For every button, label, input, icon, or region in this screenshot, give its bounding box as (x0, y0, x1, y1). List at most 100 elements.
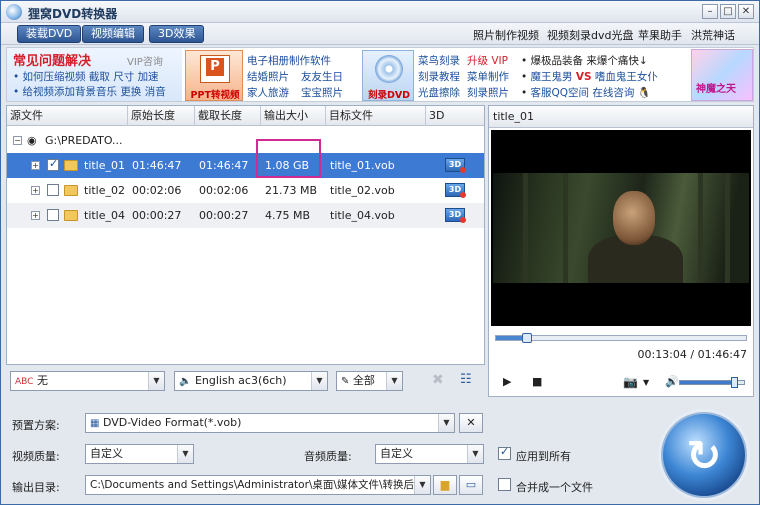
video-edit-button[interactable]: 视频编辑 (82, 25, 144, 43)
apple-helper-link[interactable]: 苹果助手 (638, 27, 682, 43)
volume-fill (680, 381, 735, 384)
burn-dvd-link[interactable]: 视频刻录dvd光盘 (547, 27, 633, 43)
row-cut-length: 01:46:47 (199, 159, 249, 172)
faq-speed-link[interactable]: 加速 (138, 71, 159, 83)
close-button[interactable]: ✕ (738, 4, 754, 19)
row-target-file: title_01.vob (330, 159, 395, 172)
row-name: title_01 (84, 159, 126, 172)
row-target-file: title_04.vob (330, 209, 395, 222)
promo-line-2[interactable]: • 魔王鬼男 VS 嗜血鬼王女仆 (521, 69, 658, 84)
faq-bgm-link[interactable]: 给视频添加背景音乐 (23, 86, 118, 98)
open-folder-button[interactable]: ▭ (459, 475, 483, 495)
table-row[interactable]: + title_04 00:00:27 00:00:27 4.75 MB tit… (7, 203, 484, 228)
table-row[interactable]: + title_02 00:02:06 00:02:06 21.73 MB ti… (7, 178, 484, 203)
3d-settings-icon[interactable]: 3D (445, 158, 466, 173)
audio-quality-value: 自定义 (380, 447, 413, 460)
family-trip-link[interactable]: 家人旅游 (247, 85, 289, 100)
album-software-link[interactable]: 电子相册制作软件 (247, 53, 331, 68)
merge-label: 合并成一个文件 (516, 481, 593, 494)
3d-settings-icon[interactable]: 3D (445, 208, 466, 223)
volume-handle[interactable] (731, 377, 739, 388)
chevron-down-icon: ▼ (467, 445, 483, 463)
birthday-link[interactable]: 友友生日 (301, 69, 343, 84)
row-checkbox[interactable] (47, 184, 59, 196)
convert-button[interactable]: ↻ (661, 412, 747, 498)
baby-photo-link[interactable]: 宝宝照片 (301, 85, 343, 100)
chevron-down-icon[interactable]: ▼ (643, 378, 649, 387)
expand-toggle[interactable]: + (31, 186, 40, 195)
chevron-down-icon: ▼ (177, 445, 193, 463)
faq-mute-link[interactable]: 消音 (145, 86, 166, 98)
audio-quality-select[interactable]: 自定义 ▼ (375, 444, 484, 464)
vip-consult-link[interactable]: VIP咨询 (127, 53, 163, 68)
expand-toggle[interactable]: + (31, 161, 40, 170)
promo-line-1[interactable]: • 爆极品装备 来爆个痛快↓ (521, 53, 648, 68)
row-checkbox[interactable] (47, 209, 59, 221)
col-cut-length[interactable]: 截取长度 (195, 106, 261, 126)
expand-toggle[interactable]: + (31, 211, 40, 220)
volume-slider[interactable] (679, 377, 745, 388)
faq-replace-link[interactable]: 更换 (120, 86, 141, 98)
seek-bar[interactable] (495, 333, 747, 343)
3d-settings-icon[interactable]: 3D (445, 183, 466, 198)
apply-all-checkbox[interactable] (498, 445, 511, 460)
minimize-button[interactable]: – (702, 4, 718, 19)
load-dvd-button[interactable]: 装载DVD (17, 25, 82, 43)
video-quality-select[interactable]: 自定义 ▼ (85, 444, 194, 464)
row-checkbox[interactable] (47, 157, 59, 171)
edit-icon: ✎ (341, 376, 350, 387)
chevron-down-icon: ▼ (148, 372, 164, 390)
honghuang-link[interactable]: 洪荒神话 (691, 27, 735, 43)
col-output-size[interactable]: 输出大小 (261, 106, 326, 126)
disc-erase-link[interactable]: 光盘擦除 (418, 85, 460, 100)
output-dir-label: 输出目录: (12, 481, 60, 494)
row-output-size: 4.75 MB (265, 209, 311, 222)
video-screen[interactable] (491, 130, 751, 326)
subtitle-select[interactable]: ABC 无 ▼ (10, 371, 165, 391)
restore-button[interactable]: □ (720, 4, 736, 19)
burn-tutorial-link[interactable]: 刻录教程 (418, 69, 460, 84)
table-row[interactable]: + title_01 01:46:47 01:46:47 1.08 GB tit… (7, 153, 484, 178)
preset-select[interactable]: ▦ DVD-Video Format(*.vob) ▼ (85, 413, 455, 433)
col-orig-length[interactable]: 原始长度 (128, 106, 195, 126)
row-target-file: title_02.vob (330, 184, 395, 197)
play-icon[interactable]: ▶ (503, 375, 511, 388)
3d-effect-button[interactable]: 3D效果 (149, 25, 205, 43)
burn-dvd-ad[interactable]: 刻录DVD (362, 50, 414, 101)
preset-settings-button[interactable]: ✕ (459, 413, 483, 433)
col-3d[interactable]: 3D (426, 106, 484, 126)
tree-root-row[interactable]: − ◉ G:\PREDATO... (7, 128, 484, 153)
faq-compress-link[interactable]: 如何压缩视频 (23, 71, 86, 83)
output-dir-field[interactable]: C:\Documents and Settings\Administrator\… (85, 475, 431, 495)
menu-make-link[interactable]: 菜单制作 (467, 69, 509, 84)
subtitle-icon: ABC (15, 377, 34, 387)
promo-line-3[interactable]: • 客服QQ空间 在线咨询 🐧 (521, 85, 651, 100)
ppt-to-video-ad[interactable]: P PPT转视频 (185, 50, 243, 101)
collapse-toggle[interactable]: − (13, 136, 22, 145)
rookie-burn-link[interactable]: 菜鸟刻录 (418, 53, 460, 68)
window-title: 狸窝DVD转换器 (28, 7, 118, 21)
faq-cut-link[interactable]: 截取 (89, 71, 110, 83)
faq-size-link[interactable]: 尺寸 (113, 71, 134, 83)
scope-select[interactable]: ✎ 全部 ▼ (336, 371, 403, 391)
clear-list-icon[interactable]: ☷ (460, 372, 472, 387)
delete-icon[interactable]: ✖ (432, 372, 444, 388)
photo-video-link[interactable]: 照片制作视频 (473, 27, 539, 43)
wedding-photo-link[interactable]: 结婚照片 (247, 69, 289, 84)
browse-folder-button[interactable]: ▆ (433, 475, 457, 495)
audio-track-select[interactable]: 🔈 English ac3(6ch) ▼ (174, 371, 328, 391)
camera-icon[interactable]: 📷 (623, 375, 638, 389)
video-quality-label: 视频质量: (12, 450, 60, 463)
preview-panel: title_01 00:13:04 / 01:46:47 ▶ ■ 📷 ▼ 🔊 (488, 105, 754, 397)
audio-track-value: English ac3(6ch) (194, 374, 287, 387)
col-target-file[interactable]: 目标文件 (326, 106, 426, 126)
upgrade-vip-link[interactable]: 升级 VIP (467, 53, 508, 68)
seek-handle[interactable] (521, 333, 532, 343)
merge-checkbox[interactable] (498, 478, 511, 491)
burn-photo-link[interactable]: 刻录照片 (467, 85, 509, 100)
col-source[interactable]: 源文件 (7, 106, 128, 126)
speaker-icon: 🔈 (179, 376, 192, 387)
game-ad[interactable]: 神魔之天 (691, 49, 753, 101)
ppt-label: PPT转视频 (190, 90, 240, 101)
stop-icon[interactable]: ■ (532, 375, 542, 388)
